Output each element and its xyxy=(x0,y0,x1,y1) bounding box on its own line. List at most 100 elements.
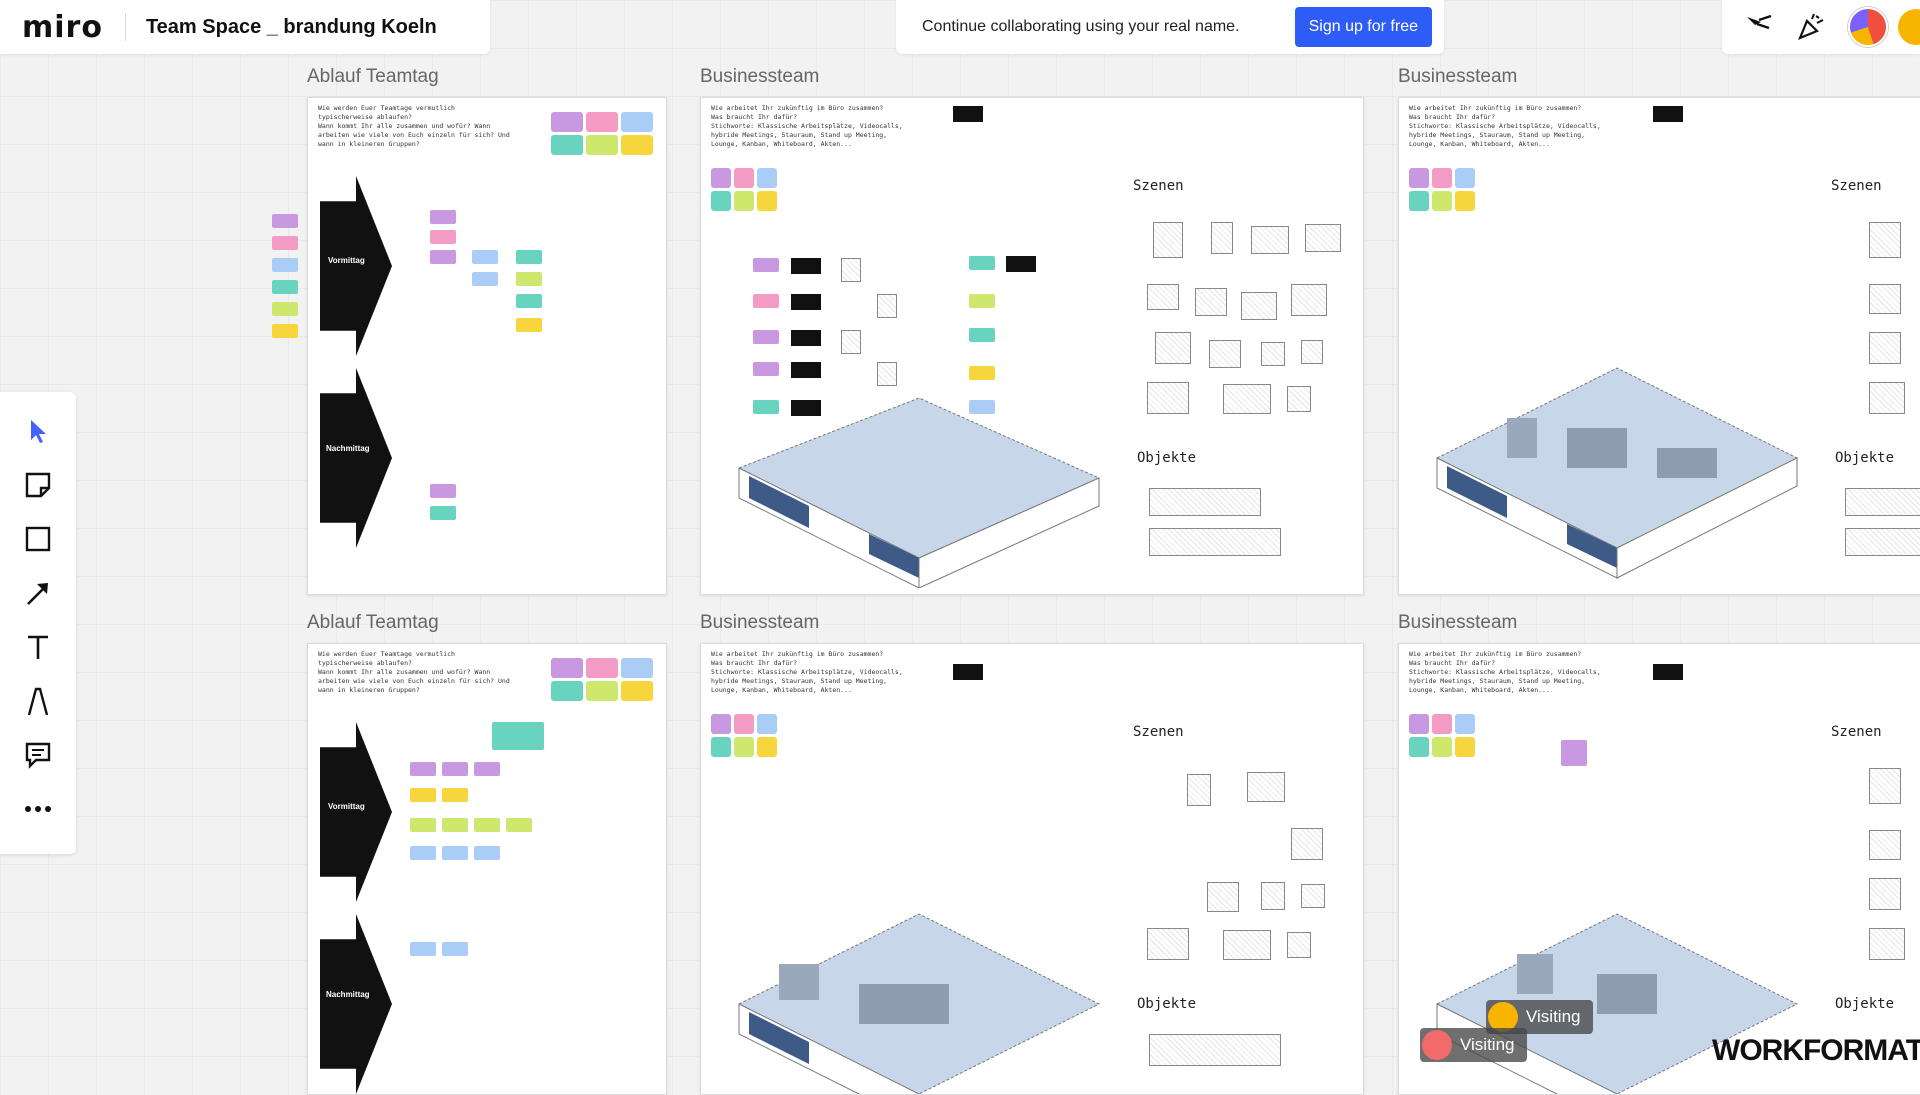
scene-sketch[interactable] xyxy=(1869,928,1905,960)
miro-logo[interactable]: miro xyxy=(0,10,103,45)
sticky-note[interactable] xyxy=(442,846,468,860)
objects-sketch[interactable] xyxy=(1149,528,1281,556)
scene-sketch[interactable] xyxy=(1261,882,1285,910)
scene-sketch[interactable] xyxy=(1251,226,1289,254)
frame-ablauf-teamtag[interactable]: Wie werden Euer Teamtage vermutlich typi… xyxy=(307,97,667,595)
office-floor-plan[interactable] xyxy=(719,904,1119,1094)
frame-ablauf-teamtag[interactable]: Wie werden Euer Teamtage vermutlich typi… xyxy=(307,643,667,1095)
scene-sketch[interactable] xyxy=(1261,342,1285,366)
scene-sketch[interactable] xyxy=(1153,222,1183,258)
sticky-note[interactable] xyxy=(474,818,500,832)
office-floor-plan[interactable] xyxy=(1417,358,1817,588)
user-avatar[interactable] xyxy=(1848,7,1888,47)
sticky-note[interactable] xyxy=(272,258,298,272)
scene-sketch[interactable] xyxy=(1207,882,1239,912)
frame-title[interactable]: Ablauf Teamtag xyxy=(307,612,439,634)
scene-sketch[interactable] xyxy=(1869,284,1901,314)
sticky-note[interactable] xyxy=(430,210,456,224)
sticky-note[interactable] xyxy=(272,280,298,294)
objects-sketch[interactable] xyxy=(1845,528,1920,556)
comment-icon[interactable] xyxy=(21,738,55,772)
scene-sketch[interactable] xyxy=(1291,828,1323,860)
shape-icon[interactable] xyxy=(21,522,55,556)
sticky-note[interactable] xyxy=(272,214,298,228)
sticky-note[interactable] xyxy=(472,250,498,264)
visitor-badge[interactable]: Visiting xyxy=(1420,1028,1527,1062)
sign-up-button[interactable]: Sign up for free xyxy=(1294,7,1432,47)
scene-sketch[interactable] xyxy=(1305,224,1341,252)
scene-sketch[interactable] xyxy=(1869,332,1901,364)
scene-sketch[interactable] xyxy=(1247,772,1285,802)
second-user-avatar[interactable] xyxy=(1898,9,1920,45)
sticky-note[interactable] xyxy=(430,250,456,264)
nachmittag-arrow[interactable] xyxy=(320,368,392,548)
sticky-note[interactable] xyxy=(753,330,779,344)
sticky-note[interactable] xyxy=(410,942,436,956)
board-title[interactable]: Team Space _ brandung Koeln xyxy=(146,16,437,39)
sticky-note[interactable] xyxy=(442,788,468,802)
scene-sketch[interactable] xyxy=(1869,768,1901,804)
sticky-note[interactable] xyxy=(516,272,542,286)
scene-sketch[interactable] xyxy=(1301,340,1323,364)
nachmittag-arrow[interactable] xyxy=(320,914,392,1094)
sticky-note-icon[interactable] xyxy=(21,468,55,502)
cursor-flag-icon[interactable] xyxy=(1744,12,1774,42)
frame-title[interactable]: Ablauf Teamtag xyxy=(307,66,439,88)
scene-sketch[interactable] xyxy=(1209,340,1241,368)
scene-sketch[interactable] xyxy=(1287,386,1311,412)
scene-sketch[interactable] xyxy=(1301,884,1325,908)
sticky-note[interactable] xyxy=(410,846,436,860)
frame-title[interactable]: Businessteam xyxy=(700,66,819,88)
scene-sketch[interactable] xyxy=(1147,284,1179,310)
scene-sketch[interactable] xyxy=(1195,288,1227,316)
scene-sketch[interactable] xyxy=(1155,332,1191,364)
scene-sketch[interactable] xyxy=(1869,222,1901,258)
scene-sketch[interactable] xyxy=(1147,928,1189,960)
sticky-note[interactable] xyxy=(430,484,456,498)
sticky-note[interactable] xyxy=(472,272,498,286)
frame-title[interactable]: Businessteam xyxy=(1398,66,1517,88)
sticky-note[interactable] xyxy=(969,328,995,342)
furniture-sketch[interactable] xyxy=(841,330,861,354)
furniture-sketch[interactable] xyxy=(877,294,897,318)
scene-sketch[interactable] xyxy=(1147,382,1189,414)
scene-sketch[interactable] xyxy=(1211,222,1233,254)
sticky-note[interactable] xyxy=(1561,740,1587,766)
connection-line-icon[interactable] xyxy=(21,576,55,610)
sticky-note[interactable] xyxy=(410,788,436,802)
frame-businessteam[interactable]: Wie arbeitet Ihr zukünftig im Büro zusam… xyxy=(700,643,1364,1095)
scene-sketch[interactable] xyxy=(1869,830,1901,860)
sticky-note[interactable] xyxy=(410,818,436,832)
celebrate-icon[interactable] xyxy=(1796,12,1826,42)
pen-icon[interactable] xyxy=(21,684,55,718)
furniture-sketch[interactable] xyxy=(841,258,861,282)
sticky-note[interactable] xyxy=(969,256,995,270)
sticky-note[interactable] xyxy=(272,324,298,338)
scene-sketch[interactable] xyxy=(1223,384,1271,414)
sticky-note[interactable] xyxy=(410,762,436,776)
objects-sketch[interactable] xyxy=(1149,488,1261,516)
scene-sketch[interactable] xyxy=(1869,382,1905,414)
sticky-note[interactable] xyxy=(442,942,468,956)
sticky-note[interactable] xyxy=(516,294,542,308)
more-tools-icon[interactable] xyxy=(21,792,55,826)
scene-sketch[interactable] xyxy=(1223,930,1271,960)
scene-sketch[interactable] xyxy=(1241,292,1277,320)
sticky-note[interactable] xyxy=(492,722,544,750)
office-floor-plan[interactable] xyxy=(719,388,1119,588)
sticky-note[interactable] xyxy=(474,846,500,860)
sticky-note[interactable] xyxy=(442,818,468,832)
scene-sketch[interactable] xyxy=(1187,774,1211,806)
furniture-sketch[interactable] xyxy=(877,362,897,386)
sticky-note[interactable] xyxy=(969,294,995,308)
sticky-note[interactable] xyxy=(753,294,779,308)
frame-businessteam[interactable]: Wie arbeitet Ihr zukünftig im Büro zusam… xyxy=(1398,97,1920,595)
sticky-note[interactable] xyxy=(506,818,532,832)
sticky-note[interactable] xyxy=(474,762,500,776)
frame-title[interactable]: Businessteam xyxy=(700,612,819,634)
sticky-note[interactable] xyxy=(753,258,779,272)
frame-title[interactable]: Businessteam xyxy=(1398,612,1517,634)
sticky-note[interactable] xyxy=(272,302,298,316)
sticky-note[interactable] xyxy=(430,230,456,244)
sticky-note[interactable] xyxy=(516,250,542,264)
